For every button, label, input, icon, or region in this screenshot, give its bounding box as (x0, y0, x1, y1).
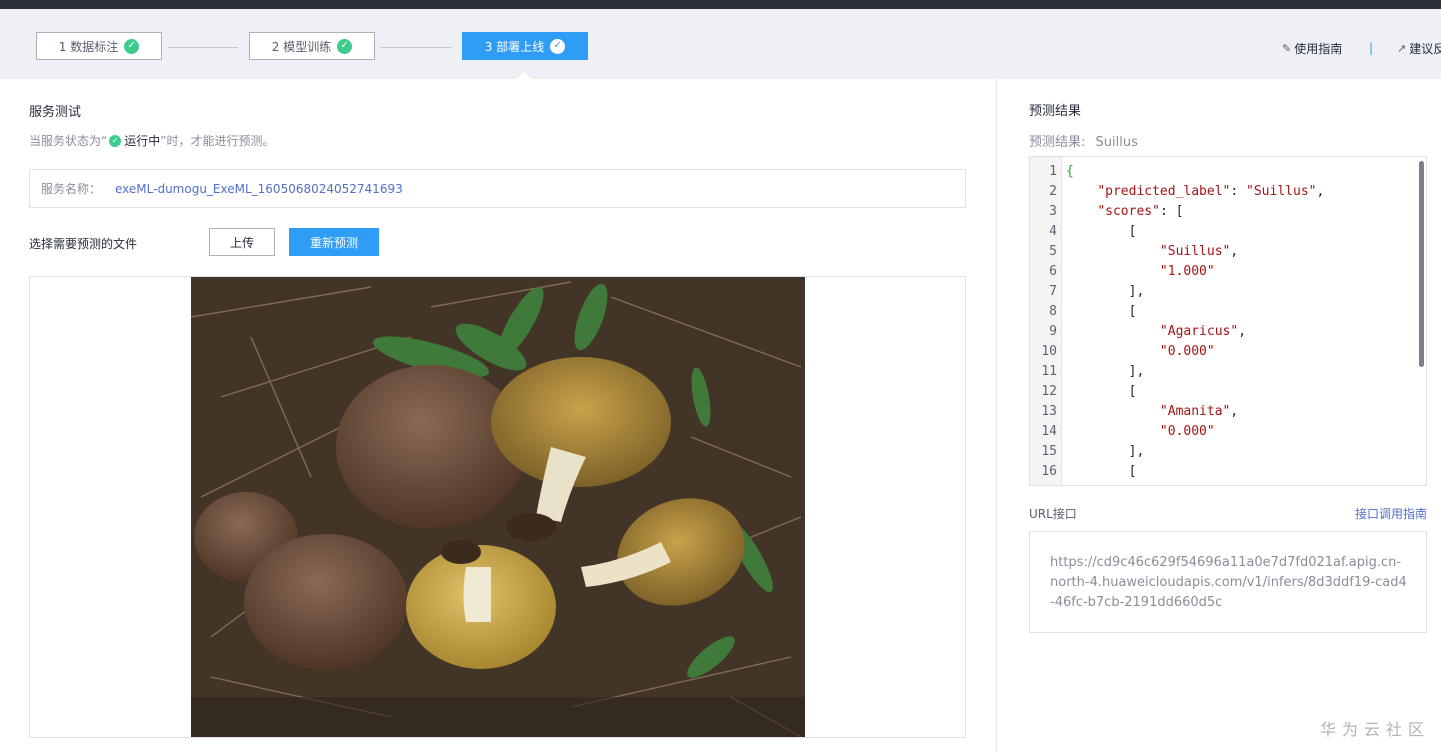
guide-link[interactable]: ✎ 使用指南 (1282, 40, 1342, 57)
code-line: 4 [ (1030, 222, 1426, 242)
hint-suffix: ”时，才能进行预测。 (160, 134, 275, 148)
prediction-title: 预测结果 (1029, 104, 1082, 119)
code-text: "Agaricus", (1159, 324, 1247, 339)
code-text: [ (1066, 384, 1137, 399)
scrollbar-thumb[interactable] (1419, 161, 1424, 367)
line-number: 13 (1041, 404, 1057, 419)
step-deploy[interactable]: 3 部署上线 ✓ (462, 32, 588, 60)
line-number: 10 (1041, 344, 1057, 359)
line-number: 12 (1041, 384, 1057, 399)
step-bar: 1 数据标注 ✓ 2 模型训练 ✓ 3 部署上线 ✓ ✎ 使用指南 | ↗ 建议… (0, 9, 1441, 80)
prediction-json-viewer[interactable]: 1{2 "predicted_label": "Suillus", 3 "scor… (1029, 156, 1427, 486)
repredict-button[interactable]: 重新预测 (289, 228, 379, 256)
code-line: 13 "Amanita", (1030, 402, 1426, 422)
line-number: 15 (1041, 444, 1057, 459)
result-value: Suillus (1095, 135, 1138, 150)
code-text: { (1066, 164, 1074, 179)
code-text: "scores": [ (1097, 204, 1184, 219)
code-line: 1{ (1030, 162, 1426, 182)
code-line: 10 "0.000" (1030, 342, 1426, 362)
step-label: 1 数据标注 (58, 39, 119, 54)
feedback-link-label: 建议反馈 (1409, 42, 1441, 56)
edit-icon: ✎ (1282, 42, 1292, 55)
code-text: ], (1066, 444, 1145, 459)
status-check-icon: ✓ (109, 134, 122, 147)
code-line: 8 [ (1030, 302, 1426, 322)
line-number: 14 (1041, 424, 1057, 439)
line-number: 7 (1049, 284, 1057, 299)
external-edit-icon: ↗ (1397, 42, 1407, 55)
code-text: [ (1066, 224, 1137, 239)
code-text: "predicted_label": "Suillus", (1097, 184, 1325, 199)
code-text: [ (1066, 464, 1137, 479)
code-line: 15 ], (1030, 442, 1426, 462)
top-nav-bar (0, 0, 1441, 9)
line-number: 9 (1049, 324, 1057, 339)
code-text: "0.000" (1159, 424, 1215, 439)
service-status-hint: 当服务状态为“ ✓ 运行中 ”时，才能进行预测。 (29, 132, 274, 149)
code-text: "0.000" (1159, 344, 1215, 359)
check-circle-icon: ✓ (550, 38, 566, 54)
line-number: 5 (1049, 244, 1057, 259)
service-test-title: 服务测试 (29, 105, 82, 120)
code-line: 7 ], (1030, 282, 1426, 302)
service-name-box: 服务名称： exeML-dumogu_ExeML_160506802405274… (29, 169, 966, 208)
status-running-text: 运行中 (124, 134, 161, 148)
code-line: 9 "Agaricus", (1030, 322, 1426, 342)
code-text: ], (1066, 364, 1145, 379)
step-model-training[interactable]: 2 模型训练 ✓ (249, 32, 375, 60)
code-line: 11 ], (1030, 362, 1426, 382)
service-name-label: 服务名称： (41, 182, 102, 196)
check-circle-icon: ✓ (124, 38, 140, 54)
step-label: 2 模型训练 (271, 39, 332, 54)
prediction-result: 预测结果: Suillus (1029, 131, 1138, 150)
url-label: URL接口 (1029, 507, 1077, 521)
line-number: 16 (1041, 464, 1057, 479)
code-text: "Suillus", (1159, 244, 1239, 259)
url-value-box[interactable]: https://cd9c46c629f54696a11a0e7d7fd021af… (1029, 531, 1427, 633)
check-circle-icon: ✓ (337, 38, 353, 54)
code-line: 14 "0.000" (1030, 422, 1426, 442)
code-text: ], (1066, 284, 1145, 299)
step-connector (168, 47, 238, 48)
panel-divider (996, 79, 997, 752)
line-number: 6 (1049, 264, 1057, 279)
code-line: 6 "1.000" (1030, 262, 1426, 282)
code-line: 2 "predicted_label": "Suillus", (1030, 182, 1426, 202)
result-label: 预测结果: (1029, 135, 1086, 150)
code-text: "1.000" (1159, 264, 1215, 279)
image-preview-box (29, 276, 966, 738)
api-guide-link[interactable]: 接口调用指南 (1355, 505, 1427, 522)
step-connector (381, 47, 451, 48)
guide-link-label: 使用指南 (1294, 42, 1343, 56)
step-data-labeling[interactable]: 1 数据标注 ✓ (36, 32, 162, 60)
code-lines: 1{2 "predicted_label": "Suillus", 3 "scor… (1030, 162, 1426, 482)
code-line: 16 [ (1030, 462, 1426, 482)
code-text: "Amanita", (1159, 404, 1239, 419)
upload-button[interactable]: 上传 (209, 228, 275, 256)
line-number: 11 (1041, 364, 1057, 379)
step-label: 3 部署上线 (484, 39, 545, 54)
code-text: [ (1066, 304, 1137, 319)
code-line: 12 [ (1030, 382, 1426, 402)
line-number: 2 (1049, 184, 1057, 199)
line-number: 4 (1049, 224, 1057, 239)
line-number: 3 (1049, 204, 1057, 219)
mushroom-photo (191, 277, 805, 737)
link-separator: | (1369, 41, 1374, 55)
file-select-label: 选择需要预测的文件 (29, 237, 138, 251)
line-number: 1 (1049, 164, 1057, 179)
watermark: 华为云社区 (1320, 720, 1431, 739)
hint-prefix: 当服务状态为“ (29, 134, 108, 148)
line-number: 8 (1049, 304, 1057, 319)
code-line: 3 "scores": [ (1030, 202, 1426, 222)
service-test-panel: 服务测试 当服务状态为“ ✓ 运行中 ”时，才能进行预测。 服务名称： exeM… (0, 79, 996, 752)
service-name-value: exeML-dumogu_ExeML_1605068024052741693 (115, 181, 403, 196)
feedback-link[interactable]: ↗ 建议反馈 (1397, 40, 1441, 57)
code-line: 5 "Suillus", (1030, 242, 1426, 262)
